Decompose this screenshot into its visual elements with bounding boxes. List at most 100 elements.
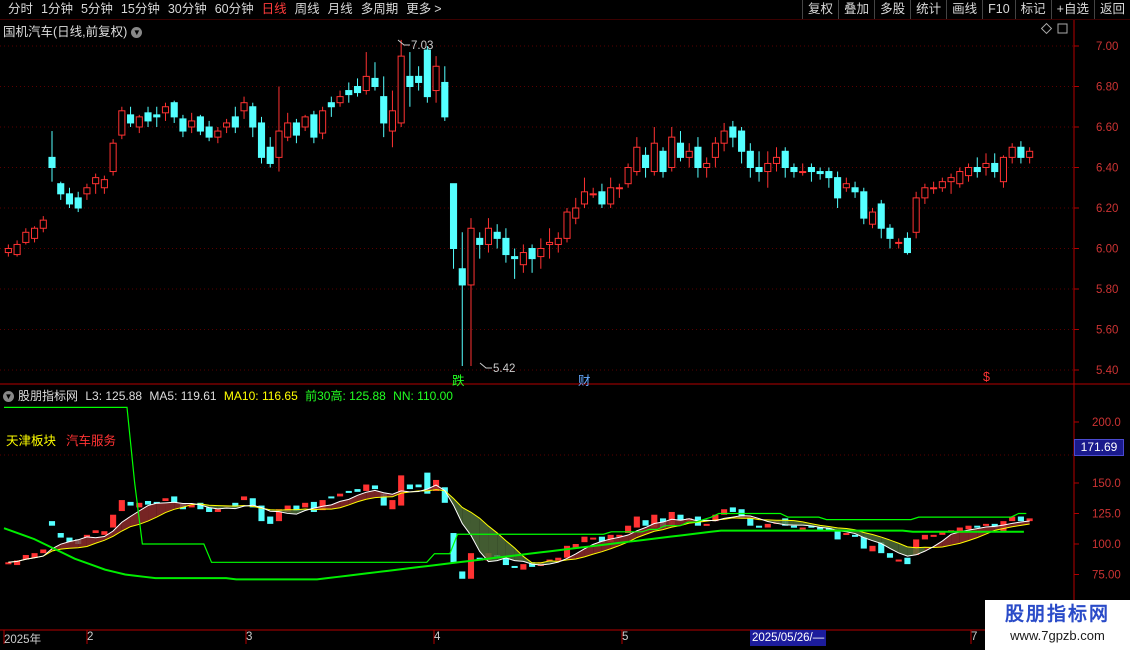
candle-body	[135, 116, 143, 128]
current-value-flag: 171.69	[1074, 439, 1124, 456]
candle-body	[441, 81, 449, 118]
chart-title: 国机汽车(日线,前复权) ▼	[3, 21, 143, 40]
candle	[537, 238, 545, 269]
candle	[336, 90, 344, 107]
candle	[22, 228, 30, 245]
indicator-bar	[127, 501, 134, 506]
candle	[991, 153, 999, 178]
auto-service-tag: 汽车服务	[66, 434, 117, 448]
indicator-bar	[895, 559, 902, 562]
candle	[886, 224, 894, 249]
candle	[196, 114, 204, 136]
candle	[825, 167, 833, 188]
candle-body	[511, 256, 519, 260]
drop-tag[interactable]: 跌	[452, 370, 465, 389]
stock-title: 国机汽车(日线,前复权)	[3, 25, 128, 39]
date-label: 5	[622, 631, 629, 643]
indicator-bar	[982, 523, 990, 526]
candle-body	[48, 156, 56, 168]
candle	[449, 183, 458, 269]
chevron-down-icon[interactable]: ▼	[3, 391, 14, 403]
indicator-bar	[633, 516, 640, 528]
indicator-bar	[371, 485, 379, 490]
low-label: 5.42	[493, 363, 515, 375]
indicator-bar	[581, 536, 588, 543]
candle-body	[886, 227, 894, 239]
diamond-icon[interactable]	[1040, 22, 1053, 35]
price-tick-label: 6.80	[1096, 82, 1118, 94]
candle	[397, 39, 405, 127]
candle-body	[380, 96, 388, 124]
candle-body	[528, 248, 536, 260]
candle-body	[598, 191, 606, 205]
candle	[842, 177, 850, 192]
finance-tag[interactable]: 财	[578, 370, 591, 389]
indicator-bar	[965, 525, 972, 530]
candle-body	[720, 130, 728, 144]
candle	[607, 177, 615, 208]
candle-body	[406, 75, 414, 87]
candle-body	[336, 96, 344, 104]
candle-body	[30, 227, 39, 239]
candle-body	[903, 237, 911, 254]
indicator-bar	[310, 501, 317, 512]
candle	[406, 52, 414, 107]
candle	[545, 228, 554, 259]
indicator-tick-label: 150.0	[1092, 478, 1121, 490]
candle	[999, 155, 1008, 188]
candle-body	[13, 243, 21, 256]
candle-body	[938, 181, 946, 189]
indicator-bar	[869, 545, 876, 552]
dividend-tag[interactable]: $	[983, 370, 990, 384]
indicator-bar	[747, 518, 754, 526]
candle-body	[353, 86, 362, 94]
candle	[938, 177, 946, 192]
indicator-bar	[415, 484, 422, 488]
candle-body	[1017, 146, 1025, 158]
candle	[257, 116, 266, 164]
candle-body	[807, 167, 815, 173]
indicator-bar	[337, 493, 344, 497]
indicator-bar	[110, 514, 117, 528]
candle-body	[83, 187, 91, 195]
square-icon[interactable]	[1057, 23, 1068, 34]
candle	[799, 163, 807, 176]
indicator-bar	[467, 553, 475, 579]
candle	[711, 137, 719, 168]
candle-body	[301, 116, 309, 128]
candle-body	[624, 167, 632, 185]
candle-body	[415, 75, 423, 83]
indicator-bar	[92, 530, 99, 534]
indicator-bar	[363, 484, 370, 491]
indicator-bar	[459, 571, 466, 579]
candle	[615, 183, 623, 198]
indicator-bar	[843, 533, 850, 536]
candle	[83, 183, 91, 200]
candle	[371, 62, 379, 91]
price-tick-label: 6.20	[1096, 203, 1118, 215]
ma-band	[505, 540, 515, 561]
candle-body	[755, 167, 763, 173]
watermark-title: 股朋指标网	[1004, 604, 1110, 625]
indicator-tick-label: 200.0	[1092, 417, 1121, 429]
candle	[467, 218, 475, 366]
candle-body	[912, 197, 920, 233]
candle-body	[930, 187, 938, 190]
candle-body	[790, 167, 798, 173]
candle	[135, 114, 143, 134]
candle	[877, 199, 885, 239]
indicator-bar	[214, 509, 221, 512]
chart-canvas[interactable]: 7.00 6.80 6.60 6.40 6.20 6.00 5.80 5.60 5.40 200…	[0, 0, 1130, 650]
candle-body	[214, 130, 222, 138]
candle	[624, 163, 632, 188]
candle-body	[615, 187, 623, 190]
indicator-bar	[302, 502, 309, 508]
candle	[511, 248, 519, 279]
chevron-down-icon[interactable]: ▼	[131, 27, 143, 39]
candle-body	[127, 114, 135, 124]
indicator-bar	[240, 496, 248, 501]
tianjin-tag: 天津板块	[6, 434, 57, 448]
candle-body	[65, 193, 74, 205]
candle	[729, 120, 737, 148]
indicator-bar	[48, 521, 56, 526]
